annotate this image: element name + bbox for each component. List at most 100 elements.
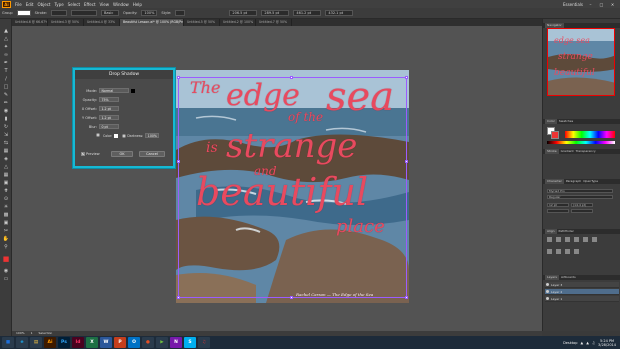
menu-effect[interactable]: Effect xyxy=(84,2,96,7)
task-icon-8[interactable]: P xyxy=(114,337,126,348)
task-icon-12[interactable]: N xyxy=(170,337,182,348)
transform-handle[interactable] xyxy=(405,160,408,163)
transform-handle[interactable] xyxy=(405,76,408,79)
clock[interactable]: 5:24 PM 3/28/2014 xyxy=(598,339,616,347)
opacity-field[interactable]: 75% xyxy=(99,97,119,102)
minus-front-icon[interactable] xyxy=(556,249,561,254)
exclude-icon[interactable] xyxy=(574,249,579,254)
x-field[interactable]: 206.5 pt xyxy=(229,10,258,16)
leading-field[interactable]: (14.4 pt) xyxy=(571,203,593,207)
column-graph-tool-icon[interactable]: ▩ xyxy=(2,211,10,218)
symbol-sprayer-tool-icon[interactable]: ☀ xyxy=(2,203,10,210)
tab-pathfinder[interactable]: Pathfinder xyxy=(559,229,574,234)
doc-tab[interactable]: Untitled-7 @ 50% xyxy=(256,19,292,26)
transform-handle[interactable] xyxy=(177,296,180,299)
align-middle-icon[interactable] xyxy=(583,237,588,242)
chevron-up-icon[interactable]: ▲ xyxy=(581,341,584,345)
blend-tool-icon[interactable]: ⊙ xyxy=(2,195,10,202)
task-icon-5[interactable]: Id xyxy=(72,337,84,348)
doc-tab[interactable]: Untitled-2 @ 100% xyxy=(220,19,256,26)
menu-select[interactable]: Select xyxy=(68,2,80,7)
h-field[interactable]: 432.1 pt xyxy=(325,10,354,16)
intersect-icon[interactable] xyxy=(565,249,570,254)
task-icon-1[interactable]: e xyxy=(16,337,28,348)
layer-row[interactable]: Layer 1 xyxy=(545,296,619,302)
pen-tool-icon[interactable]: ✒ xyxy=(2,59,10,66)
scale-tool-icon[interactable]: ⇲ xyxy=(2,131,10,138)
darkness-field[interactable]: 100% xyxy=(145,133,160,138)
perspective-grid-tool-icon[interactable]: △ xyxy=(2,163,10,170)
task-icon-3[interactable]: Ai xyxy=(44,337,56,348)
task-icon-6[interactable]: X xyxy=(86,337,98,348)
eyedropper-tool-icon[interactable]: ✟ xyxy=(2,187,10,194)
menu-help[interactable]: Help xyxy=(133,2,142,7)
color-ramp[interactable] xyxy=(547,141,615,144)
layer-row[interactable]: Layer 3 xyxy=(545,282,619,288)
w-field[interactable]: 461.2 pt xyxy=(293,10,322,16)
slice-tool-icon[interactable]: ✂ xyxy=(2,227,10,234)
mode-dropdown[interactable]: Normal xyxy=(99,88,129,93)
line-tool-icon[interactable]: ∕ xyxy=(2,75,10,82)
transform-handle[interactable] xyxy=(290,76,293,79)
y-field[interactable]: 289.5 pt xyxy=(261,10,290,16)
transform-handle[interactable] xyxy=(290,296,293,299)
layer-row[interactable]: Layer 2 xyxy=(545,289,619,295)
doc-tab[interactable]: Untitled-6 @ 66.67% xyxy=(12,19,48,26)
graphic-style-swatch[interactable] xyxy=(175,10,186,16)
eye-icon[interactable] xyxy=(546,283,549,286)
menu-view[interactable]: View xyxy=(100,2,110,7)
tab-gradient[interactable]: Gradient xyxy=(561,149,574,154)
unite-icon[interactable] xyxy=(547,249,552,254)
doc-tab[interactable]: Untitled-5 @ 50% xyxy=(184,19,220,26)
tab-opentype[interactable]: OpenType xyxy=(583,179,598,184)
volume-icon[interactable]: ♫ xyxy=(592,341,595,345)
fill-stroke-icon[interactable]: ■ xyxy=(2,255,10,263)
close-icon[interactable]: ✕ xyxy=(609,2,616,7)
task-icon-4[interactable]: Ps xyxy=(58,337,70,348)
transform-handle[interactable] xyxy=(405,296,408,299)
lasso-tool-icon[interactable]: ∞ xyxy=(2,51,10,58)
tab-layers[interactable]: Layers xyxy=(545,275,559,280)
free-transform-tool-icon[interactable]: ▦ xyxy=(2,147,10,154)
brush-definition-dropdown[interactable] xyxy=(71,10,97,16)
fill-swatch[interactable] xyxy=(16,10,31,16)
align-top-icon[interactable] xyxy=(574,237,579,242)
stroke-weight-field[interactable] xyxy=(51,10,67,16)
menu-file[interactable]: File xyxy=(15,2,22,7)
network-icon[interactable]: ▲ xyxy=(586,341,589,345)
mesh-tool-icon[interactable]: ▦ xyxy=(2,171,10,178)
shape-builder-tool-icon[interactable]: ◈ xyxy=(2,155,10,162)
y-offset-field[interactable]: 1.2 pt xyxy=(99,115,119,120)
tab-color[interactable]: Color xyxy=(545,119,557,124)
tab-swatches[interactable]: Swatches xyxy=(559,119,573,124)
selection-tool-icon[interactable]: ▲ xyxy=(2,27,10,34)
width-tool-icon[interactable]: ⇆ xyxy=(2,139,10,146)
font-family-field[interactable]: Myriad Pro xyxy=(547,189,613,193)
artboard[interactable]: The edge sea of the is strange and beaut… xyxy=(176,70,409,303)
shadow-color-swatch[interactable] xyxy=(131,88,135,93)
menu-type[interactable]: Type xyxy=(54,2,63,7)
menu-edit[interactable]: Edit xyxy=(26,2,34,7)
menu-window[interactable]: Window xyxy=(113,2,129,7)
transform-handle[interactable] xyxy=(177,76,180,79)
tab-character[interactable]: Character xyxy=(545,179,564,184)
color-radio[interactable] xyxy=(96,133,100,137)
x-offset-field[interactable]: 1.2 pt xyxy=(99,106,119,111)
magic-wand-tool-icon[interactable]: ✦ xyxy=(2,43,10,50)
tab-artboards[interactable]: Artboards xyxy=(561,275,576,280)
color-swatch[interactable] xyxy=(114,133,119,138)
doc-tab[interactable]: Untitled-4 @ 33% xyxy=(84,19,120,26)
rectangle-tool-icon[interactable]: □ xyxy=(2,83,10,90)
task-icon-2[interactable]: ▤ xyxy=(30,337,42,348)
maximize-icon[interactable]: □ xyxy=(598,2,605,7)
task-icon-0[interactable]: ■ xyxy=(2,337,14,348)
zoom-tool-icon[interactable]: ⚲ xyxy=(2,243,10,250)
doc-tab[interactable]: Untitled-3 @ 50% xyxy=(48,19,84,26)
color-spectrum[interactable] xyxy=(565,131,615,138)
artboard-tool-icon[interactable]: ▣ xyxy=(2,219,10,226)
pencil-tool-icon[interactable]: ✏ xyxy=(2,99,10,106)
task-icon-9[interactable]: O xyxy=(128,337,140,348)
draw-mode-icon[interactable]: ◉ xyxy=(2,267,10,274)
tab-stroke[interactable]: Stroke xyxy=(545,149,559,154)
font-style-field[interactable]: Regular xyxy=(547,195,613,199)
